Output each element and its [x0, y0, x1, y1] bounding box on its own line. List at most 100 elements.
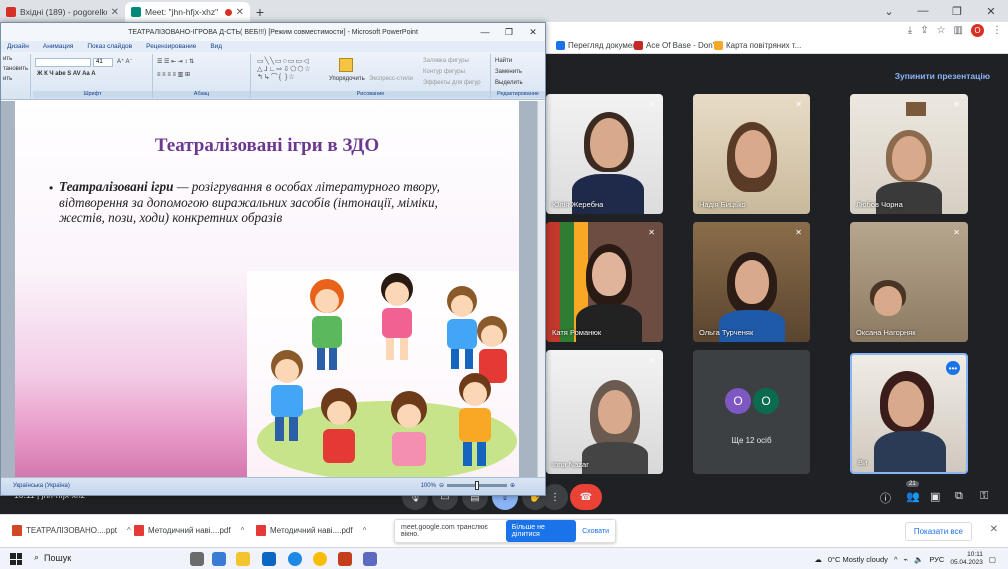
- share-icon[interactable]: ⇪: [920, 25, 928, 36]
- weather-icon[interactable]: ☁: [814, 555, 822, 564]
- stop-sharing-button[interactable]: Більше не ділитися: [505, 520, 577, 542]
- align-buttons-icon[interactable]: ≡ ≡ ≡ ≡ ▥ ⊞: [157, 71, 190, 78]
- edge-icon[interactable]: [288, 552, 302, 566]
- show-all-downloads-button[interactable]: Показати все: [904, 522, 972, 541]
- ribbon-button[interactable]: тановить: [3, 66, 28, 72]
- minimize-button[interactable]: —: [906, 0, 940, 22]
- ribbon-tab-animation[interactable]: Анимация: [43, 43, 74, 50]
- ribbon-button[interactable]: ить: [3, 76, 12, 82]
- task-view-icon[interactable]: [190, 552, 204, 566]
- zoom-out-icon[interactable]: ⊖: [439, 482, 444, 489]
- powerpoint-icon[interactable]: [338, 552, 352, 566]
- ribbon-group-paragraph: ☰ ☰ ⇤ ⇥ ↕ ⇅ ≡ ≡ ≡ ≡ ▥ ⊞ Абзац: [153, 54, 251, 98]
- shapes-gallery-icon[interactable]: ▭╲╲▭○▭▭◁ △ᒧ∟⇨⇩⬠⬡☆ ↰↳⌒{ }☆: [257, 58, 312, 82]
- zoom-slider-thumb[interactable]: [474, 481, 479, 490]
- participant-tile[interactable]: ✕ Надія Бицько: [693, 94, 810, 214]
- close-window-button[interactable]: ✕: [521, 23, 545, 41]
- download-icon[interactable]: ⤓: [908, 25, 912, 36]
- close-tab-icon[interactable]: ✕: [111, 7, 119, 18]
- info-icon[interactable]: ⓘ: [880, 490, 891, 506]
- shape-outline-button[interactable]: Контур фигуры: [423, 69, 465, 75]
- chevron-up-icon[interactable]: ^: [363, 526, 367, 535]
- close-window-button[interactable]: ✕: [974, 0, 1008, 22]
- more-participants-tile[interactable]: O O Ще 12 осіб: [693, 350, 810, 474]
- participant-tile[interactable]: ✕ Inna Nazar: [546, 350, 663, 474]
- ribbon-tab-review[interactable]: Рецензирование: [146, 43, 196, 50]
- close-tab-icon[interactable]: ✕: [236, 7, 244, 18]
- chat-icon[interactable]: ▣: [930, 490, 940, 503]
- participant-name: Юлія Жеребна: [552, 200, 604, 209]
- windows-start-icon[interactable]: [10, 553, 22, 565]
- sidebar-icon[interactable]: ▥: [954, 25, 963, 36]
- ribbon-button[interactable]: ить: [3, 56, 12, 62]
- participant-tile[interactable]: ✕ Любов Чорна: [850, 94, 968, 214]
- bookmark-item[interactable]: Ace Of Base - Don't...: [634, 41, 723, 50]
- download-item[interactable]: ТЕАТРАЛІЗОВАНО....ppt ^: [12, 525, 131, 536]
- widgets-icon[interactable]: [212, 552, 226, 566]
- list-buttons-icon[interactable]: ☰ ☰ ⇤ ⇥ ↕ ⇅: [157, 58, 194, 65]
- file-explorer-icon[interactable]: [236, 552, 250, 566]
- shape-fill-button[interactable]: Заливка фигуры: [423, 58, 469, 64]
- find-button[interactable]: Найти: [495, 58, 512, 64]
- replace-button[interactable]: Заменить: [495, 69, 522, 75]
- taskbar-search[interactable]: ⌕ Пошук: [34, 552, 71, 563]
- vertical-scrollbar[interactable]: [537, 101, 545, 478]
- zoom-in-icon[interactable]: ⊕: [510, 482, 515, 489]
- ribbon-tab-design[interactable]: Дизайн: [7, 43, 29, 50]
- chevron-up-icon[interactable]: ^: [241, 526, 245, 535]
- tab-gmail[interactable]: Вхідні (189) - pogorelko70@gmai ✕: [0, 2, 125, 22]
- participant-tile[interactable]: ✕ Юлія Жеребна: [546, 94, 663, 214]
- tab-meet[interactable]: Meet: "jhn-hfjx-xhz" ✕: [125, 2, 250, 22]
- weather-text[interactable]: 0°C Mostly cloudy: [828, 555, 888, 564]
- download-item[interactable]: Методичний наві....pdf ^: [134, 525, 244, 536]
- minimize-button[interactable]: —: [473, 23, 497, 41]
- select-button[interactable]: Выделить: [495, 80, 523, 86]
- participant-tile[interactable]: ✕ Ольга Турченяк: [693, 222, 810, 342]
- clock[interactable]: 10:11 05.04.2023: [950, 551, 983, 567]
- host-controls-icon[interactable]: ⚿: [980, 490, 988, 503]
- font-size-field[interactable]: 41: [93, 58, 113, 67]
- bookmark-star-icon[interactable]: ☆: [937, 25, 946, 36]
- system-tray: ☁ 0°C Mostly cloudy ^ ⌁ 🔈 РУС 10:11 05.0…: [814, 548, 1008, 569]
- format-buttons-icon[interactable]: Ж К Ч abe S AV Aa A: [37, 71, 96, 77]
- download-item[interactable]: Методичний наві....pdf ^: [256, 525, 366, 536]
- shape-effects-button[interactable]: Эффекты для фигур: [423, 80, 481, 86]
- bookmark-item[interactable]: Карта повітряних т...: [714, 41, 801, 50]
- profile-avatar[interactable]: O: [971, 24, 984, 37]
- app-icon[interactable]: [363, 552, 377, 566]
- activities-icon[interactable]: ⧉: [955, 490, 963, 503]
- tab-search-icon[interactable]: ⌄: [872, 0, 906, 22]
- zoom-slider[interactable]: [446, 481, 507, 490]
- new-tab-button[interactable]: +: [250, 2, 270, 22]
- volume-icon[interactable]: 🔈: [914, 555, 923, 564]
- zoom-control[interactable]: 100% ⊖ ⊕: [421, 481, 515, 490]
- slide-canvas[interactable]: Театралізовані ігри в ЗДО • Театралізова…: [15, 101, 519, 478]
- arrange-button[interactable]: Упорядочить: [329, 76, 365, 82]
- network-icon[interactable]: ⌁: [903, 555, 908, 564]
- bookmark-item[interactable]: Перегляд докумен...: [556, 41, 643, 50]
- keyboard-language[interactable]: РУС: [929, 555, 944, 564]
- font-name-field[interactable]: [35, 58, 91, 67]
- people-icon[interactable]: 21 👥: [906, 481, 920, 503]
- ribbon-tab-slideshow[interactable]: Показ слайдов: [87, 43, 132, 50]
- participant-tile[interactable]: ✕ Катя Романюк: [546, 222, 663, 342]
- notification-icon[interactable]: ▢: [989, 555, 996, 564]
- chrome-icon[interactable]: [313, 552, 327, 566]
- stop-presenting-button[interactable]: Зупинити презентацію: [895, 71, 990, 81]
- leave-call-button[interactable]: ☎: [570, 484, 602, 510]
- pdf-file-icon: [134, 525, 144, 536]
- self-tile[interactable]: ••• Ви: [850, 353, 968, 474]
- quick-styles-button[interactable]: Экспресс-стили: [369, 76, 413, 82]
- maximize-button[interactable]: ❐: [497, 23, 521, 41]
- hide-button[interactable]: Сховати: [582, 528, 609, 535]
- close-shelf-icon[interactable]: ✕: [990, 524, 998, 535]
- tray-chevron-icon[interactable]: ^: [894, 555, 898, 564]
- ribbon-tab-view[interactable]: Вид: [210, 43, 222, 50]
- maximize-button[interactable]: ❐: [940, 0, 974, 22]
- menu-kebab-icon[interactable]: ⋮: [992, 25, 1002, 36]
- mail-icon[interactable]: [262, 552, 276, 566]
- participant-tile[interactable]: ✕ Оксана Нагорняк: [850, 222, 968, 342]
- chevron-up-icon[interactable]: ^: [127, 526, 131, 535]
- tile-menu-button[interactable]: •••: [946, 361, 960, 375]
- grow-font-icon[interactable]: A⁺ A⁻: [117, 58, 133, 65]
